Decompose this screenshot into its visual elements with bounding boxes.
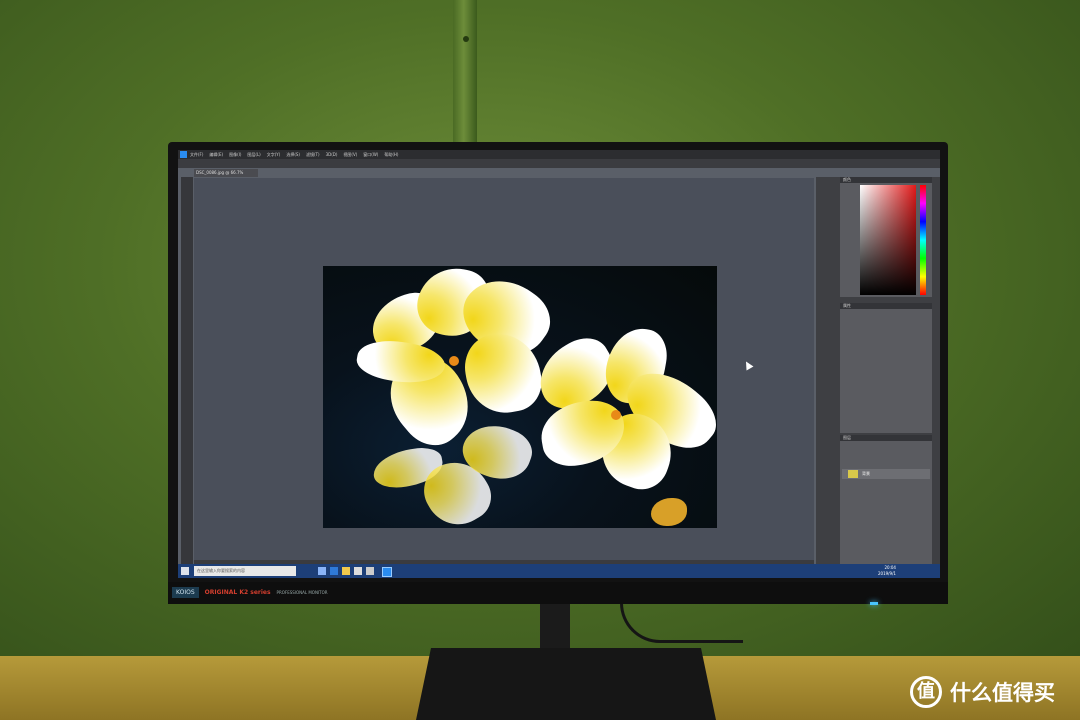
taskbar-clock[interactable]: 20:04 2019/9/1 [878, 565, 896, 577]
mail-icon[interactable] [366, 567, 374, 575]
photoshop-taskbar-icon[interactable] [382, 567, 392, 577]
photoshop-menubar: 文件(F) 编辑(E) 图像(I) 图层(L) 文字(Y) 选择(S) 滤镜(T… [178, 150, 940, 159]
menu-item[interactable]: 滤镜(T) [306, 152, 320, 158]
menu-item[interactable]: 图像(I) [229, 152, 241, 158]
menu-item[interactable]: 选择(S) [286, 152, 300, 158]
watermark-text: 什么值得买 [950, 681, 1055, 705]
windows-taskbar: 在这里输入你要搜索的内容 20:04 2019/9/1 [178, 564, 940, 578]
brand-subtitle: PROFESSIONAL MONITOR [276, 589, 328, 595]
watermark: 值 什么值得买 [910, 676, 1055, 708]
properties-panel: 属性 [840, 303, 932, 433]
document-tab[interactable]: DSC_0086.jpg @ 66.7%(RGB/8) [194, 169, 258, 183]
brand-logo: KOIOS [172, 586, 199, 598]
menu-item[interactable]: 文件(F) [190, 152, 203, 158]
color-panel-title[interactable]: 颜色 [840, 177, 932, 183]
flower-center [611, 410, 621, 420]
hue-slider[interactable] [920, 185, 926, 295]
menu-item[interactable]: 3D(D) [326, 152, 338, 157]
flower-bud [651, 498, 687, 526]
monitor-stand-base [416, 648, 716, 720]
options-bar [178, 159, 940, 168]
color-panel: 颜色 [840, 177, 932, 297]
menu-item[interactable]: 窗口(W) [363, 152, 378, 158]
flower-photo [323, 266, 717, 528]
task-view-icon[interactable] [318, 567, 326, 575]
layer-row[interactable]: 背景 [842, 469, 930, 479]
layer-thumbnail [848, 470, 858, 478]
monitor-cable [620, 600, 743, 643]
photoshop-app-icon[interactable] [180, 151, 187, 158]
color-picker-field[interactable] [860, 185, 916, 295]
monitor-screen: 文件(F) 编辑(E) 图像(I) 图层(L) 文字(Y) 选择(S) 滤镜(T… [178, 150, 940, 578]
menu-item[interactable]: 文字(Y) [267, 152, 281, 158]
layers-panel: 图层 背景 [840, 435, 932, 567]
taskbar-search-input[interactable]: 在这里输入你要搜索的内容 [194, 566, 296, 576]
clock-date: 2019/9/1 [878, 571, 896, 576]
tools-panel[interactable] [181, 177, 193, 567]
flower-center [449, 356, 459, 366]
canvas-area[interactable] [194, 178, 814, 560]
power-led [870, 602, 878, 605]
watermark-logo-icon: 值 [910, 676, 942, 708]
brand-tagline: ORIGINAL K2 series [204, 588, 271, 596]
menu-item[interactable]: 图层(L) [247, 152, 260, 158]
menu-item[interactable]: 帮助(H) [384, 152, 398, 158]
edge-browser-icon[interactable] [330, 567, 338, 575]
wall-pipe [453, 0, 477, 150]
menu-item[interactable]: 编辑(E) [209, 152, 223, 158]
menu-item[interactable]: 视图(V) [343, 152, 357, 158]
store-icon[interactable] [354, 567, 362, 575]
monitor-branding: KOIOS ORIGINAL K2 series PROFESSIONAL MO… [172, 585, 328, 599]
windows-start-icon[interactable] [181, 567, 189, 575]
properties-panel-title[interactable]: 属性 [840, 303, 932, 309]
wall-screw [463, 36, 469, 42]
mouse-cursor-icon [742, 359, 754, 371]
layer-name: 背景 [862, 471, 870, 476]
panel-dock: 颜色 属性 图层 背景 [816, 177, 940, 567]
file-explorer-icon[interactable] [342, 567, 350, 575]
layers-panel-title[interactable]: 图层 [840, 435, 932, 441]
